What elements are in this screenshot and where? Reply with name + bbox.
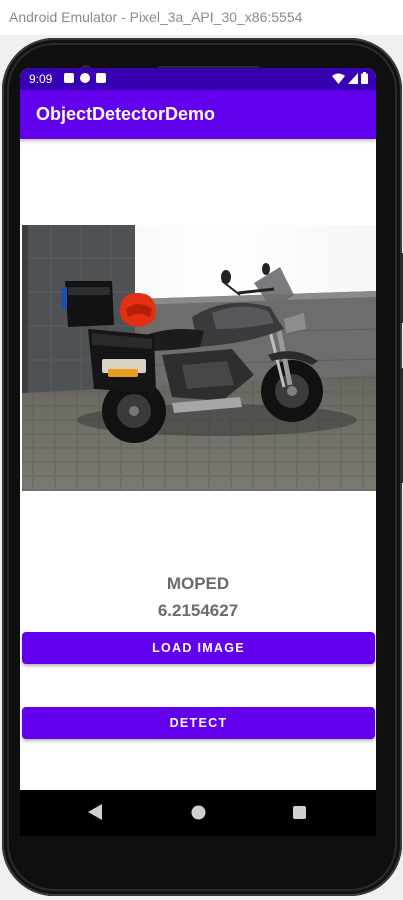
status-bar: 9:09 <box>20 68 376 90</box>
device-screen: 9:09 ObjectDetectorDemo MOPED 6.2154627 … <box>20 68 376 790</box>
signal-icon <box>348 72 358 84</box>
load-image-button[interactable]: LOAD IMAGE <box>22 632 375 664</box>
notification-icons <box>64 73 106 83</box>
motorcycle-image <box>22 225 376 491</box>
wifi-icon <box>332 73 345 84</box>
recents-icon[interactable] <box>293 806 306 819</box>
battery-icon <box>361 72 368 84</box>
back-icon[interactable] <box>88 804 102 820</box>
system-icons <box>332 72 368 84</box>
play-protect-icon <box>80 73 90 83</box>
home-icon[interactable] <box>191 805 206 820</box>
emulator-window-title: Android Emulator - Pixel_3a_API_30_x86:5… <box>0 0 403 35</box>
navigation-bar <box>20 790 376 836</box>
app-bar-title: ObjectDetectorDemo <box>20 90 376 139</box>
detection-label: MOPED <box>166 574 230 593</box>
status-time: 9:09 <box>29 72 53 86</box>
detection-score: 6.2154627 <box>157 601 239 620</box>
sd-card-icon <box>96 73 106 83</box>
detect-button[interactable]: DETECT <box>22 707 375 739</box>
motorcycle-photo <box>22 225 376 491</box>
a-icon <box>64 73 74 83</box>
